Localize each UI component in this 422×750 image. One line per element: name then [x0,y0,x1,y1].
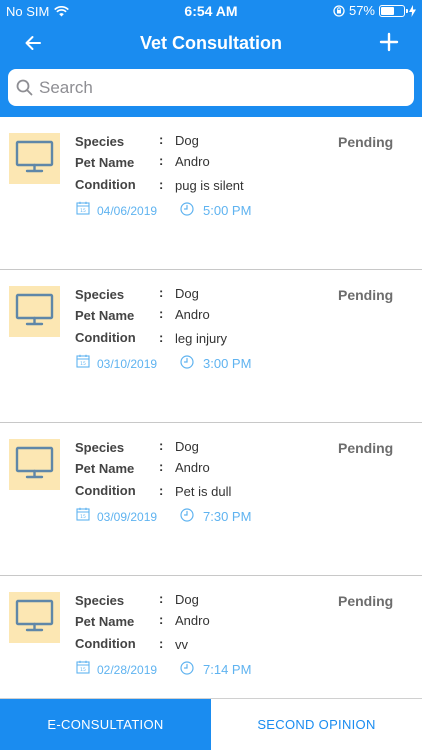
pet-name-value: Andro [175,460,210,475]
condition-colon: : [159,636,164,651]
monitor-icon [15,293,54,326]
pet-thumbnail [9,439,60,490]
tab-second-opinion[interactable]: SECOND OPINION [211,699,422,750]
svg-text:15: 15 [80,208,86,214]
condition-label: Condition [75,177,136,192]
pet-name-colon: : [159,306,164,321]
search-icon [16,79,33,96]
condition-value: Pet is dull [175,484,232,499]
consultation-time: 3:00 PM [203,356,252,371]
tab-e-consultation[interactable]: E-CONSULTATION [0,699,211,750]
calendar-icon: 15 [76,507,90,521]
svg-text:15: 15 [80,514,86,520]
consultation-time: 7:30 PM [203,509,252,524]
clock-icon [180,661,194,675]
consultation-time: 5:00 PM [203,203,252,218]
consultation-row[interactable]: Species : Dog Pet Name : Andro Condition… [0,117,422,270]
condition-label: Condition [75,330,136,345]
species-colon: : [159,438,164,453]
svg-text:15: 15 [80,361,86,367]
pet-name-colon: : [159,153,164,168]
consultation-date: 03/09/2019 [97,510,158,524]
charging-bolt-icon [409,4,416,17]
nav-bar: Vet Consultation [0,22,422,66]
species-label: Species [75,593,125,608]
plus-icon[interactable] [378,31,400,53]
status-badge: Pending [338,593,394,609]
consultation-row[interactable]: Species : Dog Pet Name : Andro Condition… [0,270,422,423]
pet-name-colon: : [159,612,164,627]
battery-percent: 57% [348,3,375,18]
condition-colon: : [159,483,164,498]
pet-name-value: Andro [175,154,210,169]
pet-name-label: Pet Name [75,155,135,170]
consultation-date: 02/28/2019 [97,663,158,677]
calendar-icon: 15 [76,660,90,674]
calendar-icon: 15 [76,201,90,215]
condition-label: Condition [75,483,136,498]
monitor-icon [15,140,54,173]
status-bar: No SIM 6:54 AM 57% [0,0,422,22]
condition-colon: : [159,330,164,345]
pet-name-colon: : [159,459,164,474]
calendar-icon: 15 [76,354,90,368]
pet-name-label: Pet Name [75,614,135,629]
condition-value: vv [175,637,188,652]
pet-thumbnail [9,592,60,643]
condition-value: leg injury [175,331,228,346]
bottom-tab-bar: E-CONSULTATION SECOND OPINION [0,698,422,750]
search-input[interactable]: Search [8,69,414,106]
status-badge: Pending [338,440,394,456]
species-colon: : [159,132,164,147]
monitor-icon [15,599,54,632]
consultation-time: 7:14 PM [203,662,252,677]
status-badge: Pending [338,134,394,150]
svg-text:15: 15 [80,667,86,673]
consultation-date: 03/10/2019 [97,357,158,371]
battery-info: 57% [333,3,416,18]
condition-label: Condition [75,636,136,651]
species-colon: : [159,591,164,606]
orientation-lock-icon [333,4,345,17]
species-value: Dog [175,592,199,607]
condition-value: pug is silent [175,178,244,193]
species-label: Species [75,440,125,455]
battery-icon [379,4,408,17]
consultation-date: 04/06/2019 [97,204,158,218]
pet-thumbnail [9,133,60,184]
condition-colon: : [159,177,164,192]
clock-icon [180,355,194,369]
pet-name-label: Pet Name [75,308,135,323]
pet-name-value: Andro [175,307,210,322]
monitor-icon [15,446,54,479]
clock-icon [180,508,194,522]
app-header: No SIM 6:54 AM 57% Vet Consultation Sear… [0,0,422,117]
clock-icon [180,202,194,216]
species-label: Species [75,287,125,302]
search-placeholder: Search [39,78,93,97]
pet-thumbnail [9,286,60,337]
pet-name-value: Andro [175,613,210,628]
pet-name-label: Pet Name [75,461,135,476]
species-label: Species [75,134,125,149]
consultation-list: Species : Dog Pet Name : Andro Condition… [0,117,422,729]
species-value: Dog [175,439,199,454]
consultation-row[interactable]: Species : Dog Pet Name : Andro Condition… [0,423,422,576]
species-value: Dog [175,133,199,148]
page-title: Vet Consultation [139,33,282,53]
species-value: Dog [175,286,199,301]
status-badge: Pending [338,287,394,303]
species-colon: : [159,285,164,300]
